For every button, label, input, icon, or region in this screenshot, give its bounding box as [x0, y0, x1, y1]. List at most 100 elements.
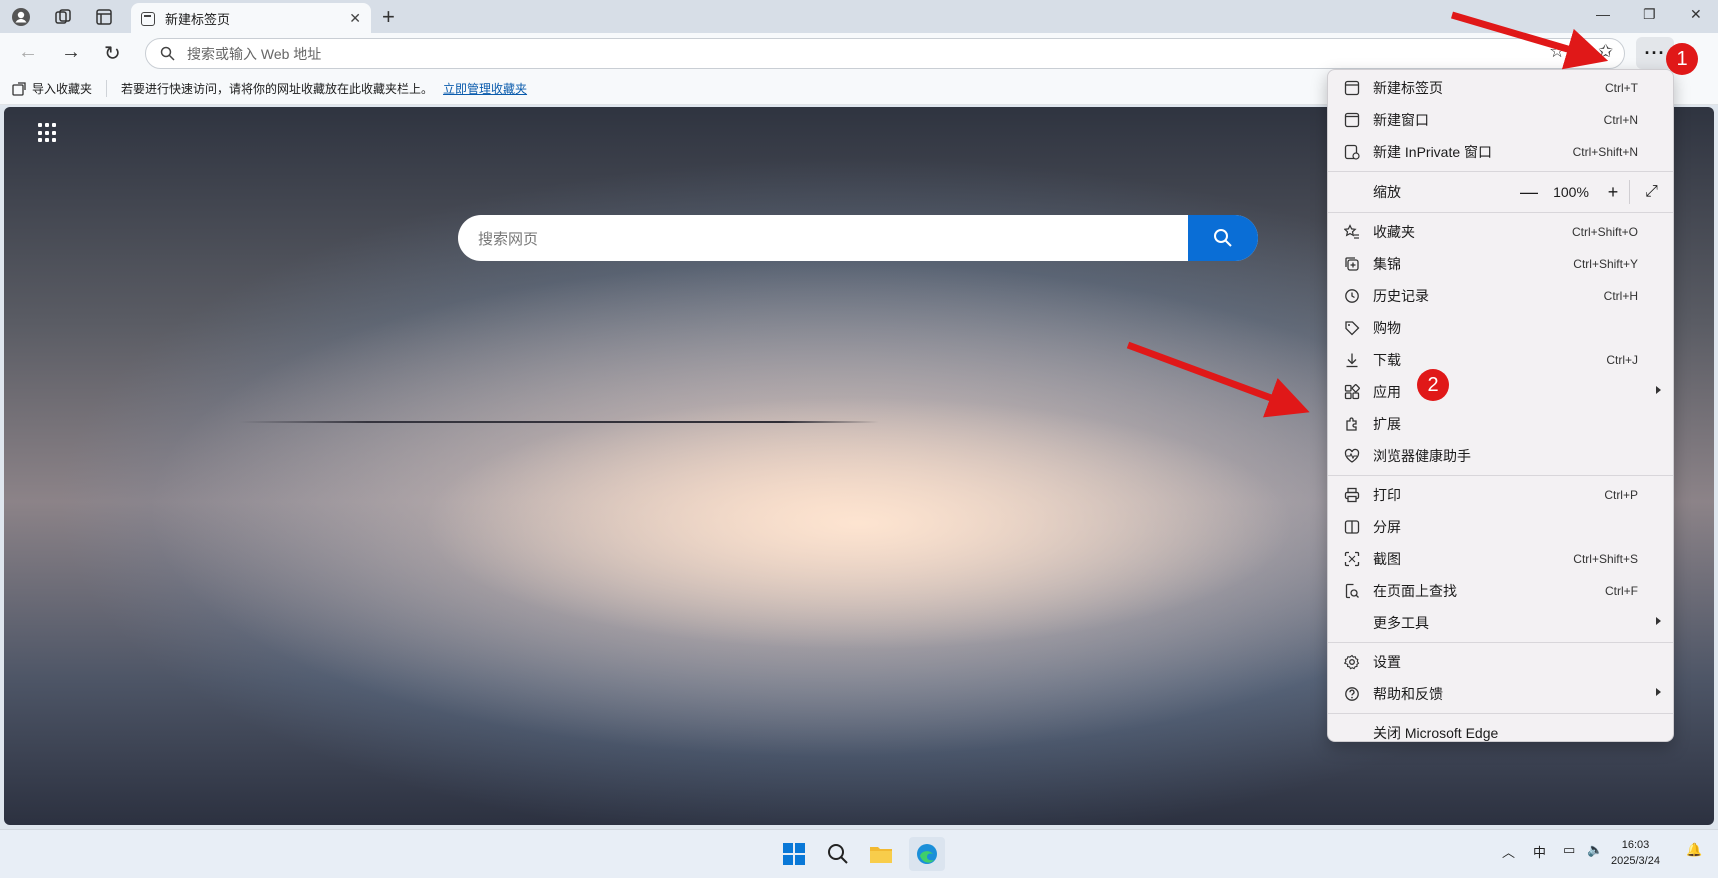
ime-indicator[interactable]: 中 — [1533, 842, 1546, 861]
menu-item-label: 历史记录 — [1373, 288, 1429, 304]
new-window-icon — [1343, 111, 1361, 129]
taskbar-search-icon[interactable] — [823, 839, 853, 869]
new-tab-page-icon — [141, 11, 155, 26]
menu-item-label: 关闭 Microsoft Edge — [1373, 725, 1499, 741]
volume-icon[interactable]: 🔈 — [1587, 842, 1603, 858]
extensions-icon — [1343, 415, 1361, 433]
health-heart-icon — [1343, 447, 1361, 465]
profile-icon[interactable] — [10, 6, 32, 28]
web-search-box[interactable]: 搜索网页 — [458, 215, 1258, 261]
menu-item-label: 新建标签页 — [1373, 80, 1443, 96]
menu-item-print[interactable]: 打印 Ctrl+P — [1328, 479, 1673, 511]
tray-chevron-icon[interactable]: ︿ — [1502, 842, 1515, 861]
refresh-icon[interactable]: ↻ — [104, 41, 121, 66]
menu-item-health-heart[interactable]: 浏览器健康助手 — [1328, 440, 1673, 472]
print-icon — [1343, 486, 1361, 504]
close-tab-icon[interactable]: ✕ — [349, 10, 361, 27]
inprivate-icon — [1343, 143, 1361, 161]
new-tab-icon — [1343, 79, 1361, 97]
web-search-button[interactable] — [1188, 215, 1258, 261]
zoom-level: 100% — [1553, 184, 1589, 200]
menu-item-shortcut: Ctrl+J — [1606, 353, 1638, 367]
import-favorites-label: 导入收藏夹 — [32, 82, 93, 96]
menu-separator — [1328, 212, 1673, 213]
search-icon — [1214, 229, 1232, 247]
menu-item-shortcut: Ctrl+Shift+N — [1572, 145, 1638, 159]
menu-item-more-tools[interactable]: 更多工具 — [1328, 607, 1673, 639]
menu-item-new-window[interactable]: 新建窗口 Ctrl+N — [1328, 104, 1673, 136]
menu-item-new-tab[interactable]: 新建标签页 Ctrl+T — [1328, 72, 1673, 104]
fullscreen-icon[interactable]: ⤢ — [1629, 180, 1673, 204]
menu-item-favorites[interactable]: 收藏夹 Ctrl+Shift+O — [1328, 216, 1673, 248]
menu-item-label: 扩展 — [1373, 416, 1401, 432]
menu-item-find[interactable]: 在页面上查找 Ctrl+F — [1328, 575, 1673, 607]
menu-item-shopping-tag[interactable]: 购物 — [1328, 312, 1673, 344]
menu-item-inprivate[interactable]: 新建 InPrivate 窗口 Ctrl+Shift+N — [1328, 136, 1673, 168]
menu-item-label: 打印 — [1373, 487, 1401, 503]
workspaces-icon[interactable] — [52, 6, 74, 28]
menu-item-shortcut: Ctrl+Shift+Y — [1573, 257, 1638, 271]
annotation-badge-1: 1 — [1666, 43, 1698, 75]
menu-item-collections[interactable]: 集锦 Ctrl+Shift+Y — [1328, 248, 1673, 280]
forward-arrow-icon[interactable]: → — [61, 41, 81, 64]
import-favorites-button[interactable]: 导入收藏夹 — [12, 80, 108, 97]
menu-item-label: 浏览器健康助手 — [1373, 448, 1471, 464]
minimize-icon[interactable]: — — [1596, 6, 1610, 22]
address-bar[interactable]: 搜索或输入 Web 地址 — [145, 38, 1625, 69]
restore-icon[interactable]: ❐ — [1643, 6, 1656, 23]
collections-icon — [1343, 255, 1361, 273]
menu-item-apps[interactable]: 应用 — [1328, 376, 1673, 408]
favorites-list-icon[interactable]: ✩ — [1598, 41, 1613, 62]
favorites-hint: 若要进行快速访问，请将你的网址收藏放在此收藏夹栏上。 — [121, 82, 434, 96]
menu-item-close-edge[interactable]: 关闭 Microsoft Edge — [1328, 717, 1673, 749]
menu-separator — [1328, 642, 1673, 643]
app-launcher-grid-icon[interactable] — [38, 123, 58, 143]
menu-item-shortcut: Ctrl+Shift+S — [1573, 552, 1638, 566]
menu-item-shortcut: Ctrl+F — [1605, 584, 1638, 598]
web-search-input[interactable]: 搜索网页 — [458, 215, 1188, 261]
menu-item-label: 应用 — [1373, 384, 1401, 400]
zoom-in-button[interactable]: + — [1597, 182, 1629, 203]
new-tab-plus-icon[interactable]: + — [382, 4, 395, 30]
shopping-tag-icon — [1343, 319, 1361, 337]
settings-and-more-menu: 新建标签页 Ctrl+T 新建窗口 Ctrl+N 新建 InPrivate 窗口 Ctrl… — [1327, 69, 1674, 742]
apps-icon — [1343, 383, 1361, 401]
file-explorer-icon[interactable] — [866, 839, 896, 869]
menu-separator — [1328, 475, 1673, 476]
menu-separator — [1328, 713, 1673, 714]
menu-item-label: 设置 — [1373, 654, 1401, 670]
window-close-icon[interactable]: ✕ — [1690, 6, 1702, 23]
menu-item-extensions[interactable]: 扩展 — [1328, 408, 1673, 440]
find-icon — [1343, 582, 1361, 600]
add-favorite-star-icon[interactable]: ☆ — [1549, 41, 1565, 62]
taskbar: ︿ 中 ▭ 🔈 16:03 2025/3/24 🔔 — [0, 829, 1718, 878]
settings-gear-icon — [1343, 653, 1361, 671]
menu-separator — [1328, 171, 1673, 172]
vertical-tabs-icon[interactable] — [93, 6, 115, 28]
clock[interactable]: 16:03 2025/3/24 — [1611, 837, 1660, 869]
history-icon — [1343, 287, 1361, 305]
title-bar: 新建标签页 ✕ + — ❐ ✕ — [0, 0, 1718, 34]
menu-item-label: 购物 — [1373, 320, 1401, 336]
help-icon — [1343, 685, 1361, 703]
menu-item-shortcut: Ctrl+N — [1603, 113, 1638, 127]
tab-title: 新建标签页 — [165, 12, 231, 27]
zoom-row: 缩放 — 100% + ⤢ — [1328, 175, 1673, 209]
edge-browser-icon[interactable] — [909, 837, 945, 871]
notification-bell-icon[interactable]: 🔔 — [1686, 842, 1702, 858]
toolbar: ← → ↻ 搜索或输入 Web 地址 ☆ ✩ ··· — [0, 33, 1718, 73]
menu-item-help[interactable]: 帮助和反馈 — [1328, 678, 1673, 710]
menu-item-split-screen[interactable]: 分屏 — [1328, 511, 1673, 543]
menu-item-screenshot[interactable]: 截图 Ctrl+Shift+S — [1328, 543, 1673, 575]
manage-favorites-link[interactable]: 立即管理收藏夹 — [443, 80, 527, 97]
menu-item-settings-gear[interactable]: 设置 — [1328, 646, 1673, 678]
back-arrow-icon[interactable]: ← — [18, 41, 38, 64]
submenu-arrow-icon — [1656, 617, 1661, 625]
zoom-out-button[interactable]: — — [1513, 182, 1545, 203]
active-tab[interactable]: 新建标签页 ✕ — [131, 3, 371, 34]
menu-item-label: 在页面上查找 — [1373, 583, 1457, 599]
windows-start-icon[interactable] — [779, 839, 809, 869]
menu-item-download[interactable]: 下载 Ctrl+J — [1328, 344, 1673, 376]
network-icon[interactable]: ▭ — [1563, 842, 1575, 858]
menu-item-history[interactable]: 历史记录 Ctrl+H — [1328, 280, 1673, 312]
